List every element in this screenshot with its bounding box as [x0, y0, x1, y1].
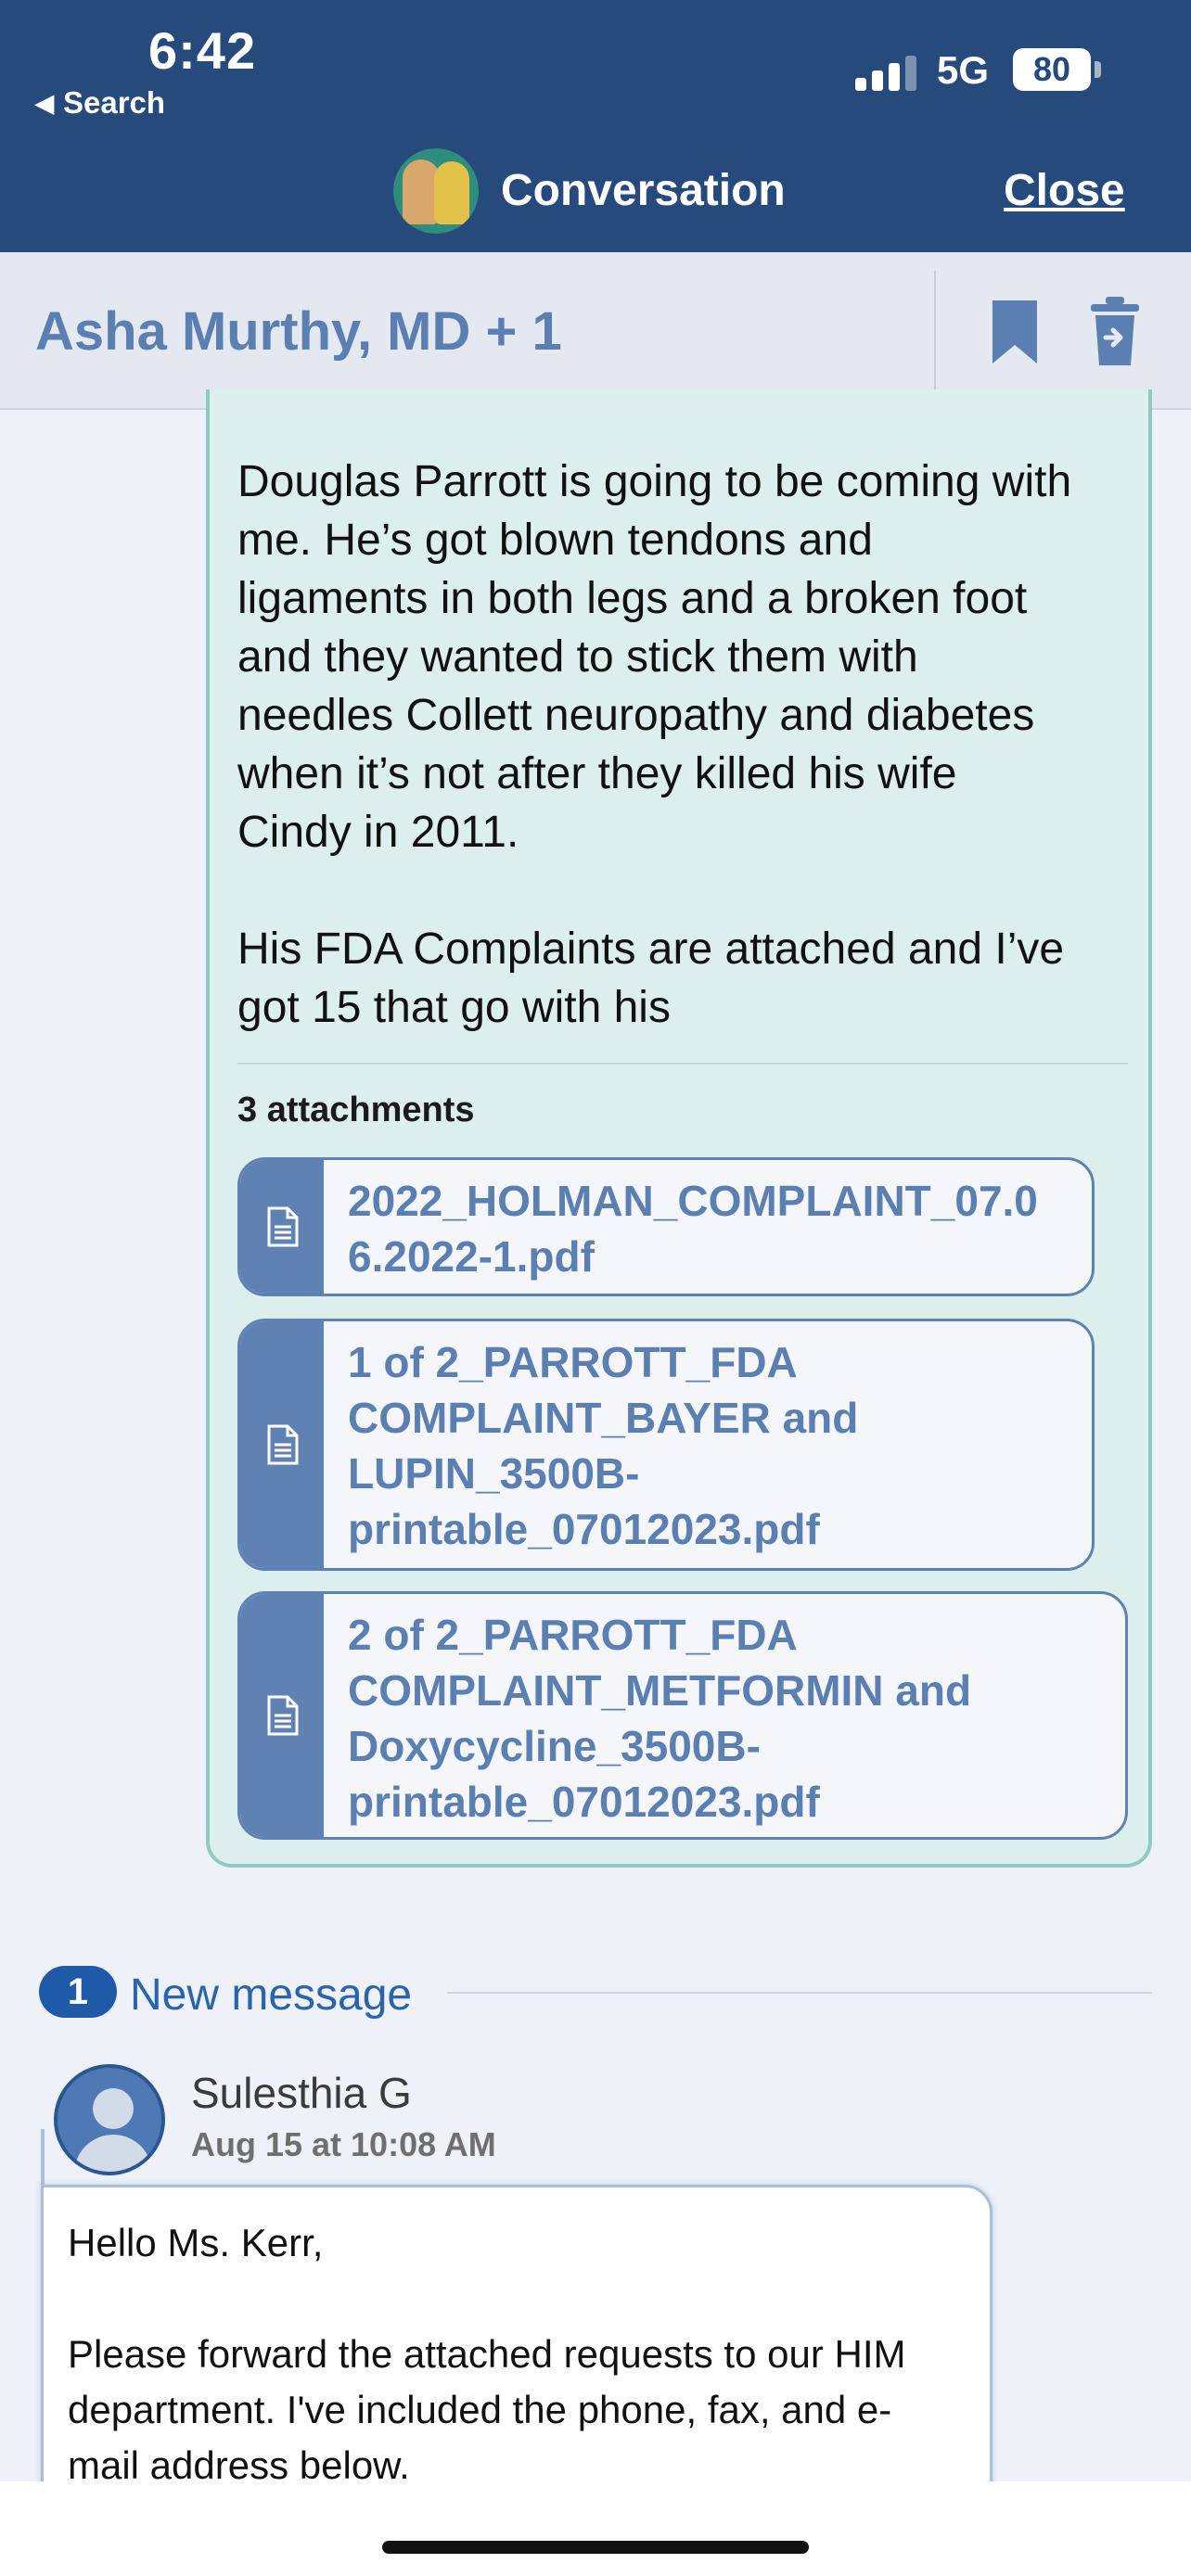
new-message-label: New message	[130, 1970, 413, 2020]
participants-label[interactable]: Asha Murthy, MD + 1	[35, 300, 562, 363]
document-icon	[267, 1206, 299, 1247]
message-body: Hello Ms. Kerr, Please forward the attac…	[68, 2221, 906, 2487]
back-to-search-button[interactable]: ◀ Search	[35, 85, 165, 121]
top-bar: 6:42 ◀ Search 5G 80 Conversation Close	[0, 0, 1191, 252]
sender-avatar[interactable]	[54, 2064, 165, 2175]
sender-name: Sulesthia G	[191, 2069, 412, 2117]
close-button[interactable]: Close	[1004, 165, 1125, 216]
new-message-count-badge: 1	[39, 1966, 117, 2018]
attachments-count: 3 attachments	[237, 1090, 475, 1129]
header-divider	[934, 271, 936, 391]
back-triangle-icon: ◀	[35, 89, 54, 117]
attachment-filename: 1 of 2_PARROTT_FDA COMPLAINT_BAYER and L…	[348, 1338, 859, 1553]
document-icon	[267, 1695, 299, 1736]
battery-icon: 80	[1013, 48, 1091, 91]
home-indicator-area	[0, 2481, 1191, 2576]
document-icon	[267, 1424, 299, 1465]
attachment-item[interactable]: 2022_HOLMAN_COMPLAINT_07.06.2022-1.pdf	[237, 1157, 1095, 1296]
status-time: 6:42	[148, 21, 257, 80]
battery-cap	[1095, 61, 1101, 78]
attachment-item[interactable]: 2 of 2_PARROTT_FDA COMPLAINT_METFORMIN a…	[237, 1591, 1128, 1840]
message-timestamp: Aug 15 at 10:08 AM	[191, 2125, 496, 2163]
network-type: 5G	[937, 48, 990, 92]
conversation-header: Asha Murthy, MD + 1	[0, 252, 1191, 410]
message-body: Douglas Parrott is going to be coming wi…	[237, 457, 1072, 1032]
move-to-trash-icon[interactable]	[1089, 295, 1141, 369]
bookmark-icon[interactable]	[989, 299, 1041, 365]
back-app-label: Search	[63, 85, 166, 120]
participants-avatar	[393, 148, 479, 234]
nav-title: Conversation	[501, 166, 786, 215]
attachment-item[interactable]: 1 of 2_PARROTT_FDA COMPLAINT_BAYER and L…	[237, 1319, 1095, 1571]
attachments-divider	[237, 1063, 1128, 1065]
message-bubble-outgoing: Douglas Parrott is going to be coming wi…	[206, 389, 1152, 1868]
new-message-divider: 1 New message	[39, 1964, 1152, 2020]
attachment-filename: 2 of 2_PARROTT_FDA COMPLAINT_METFORMIN a…	[348, 1611, 972, 1826]
home-indicator[interactable]	[382, 2541, 809, 2554]
attachment-filename: 2022_HOLMAN_COMPLAINT_07.06.2022-1.pdf	[348, 1177, 1038, 1281]
cellular-signal-icon	[855, 54, 920, 91]
